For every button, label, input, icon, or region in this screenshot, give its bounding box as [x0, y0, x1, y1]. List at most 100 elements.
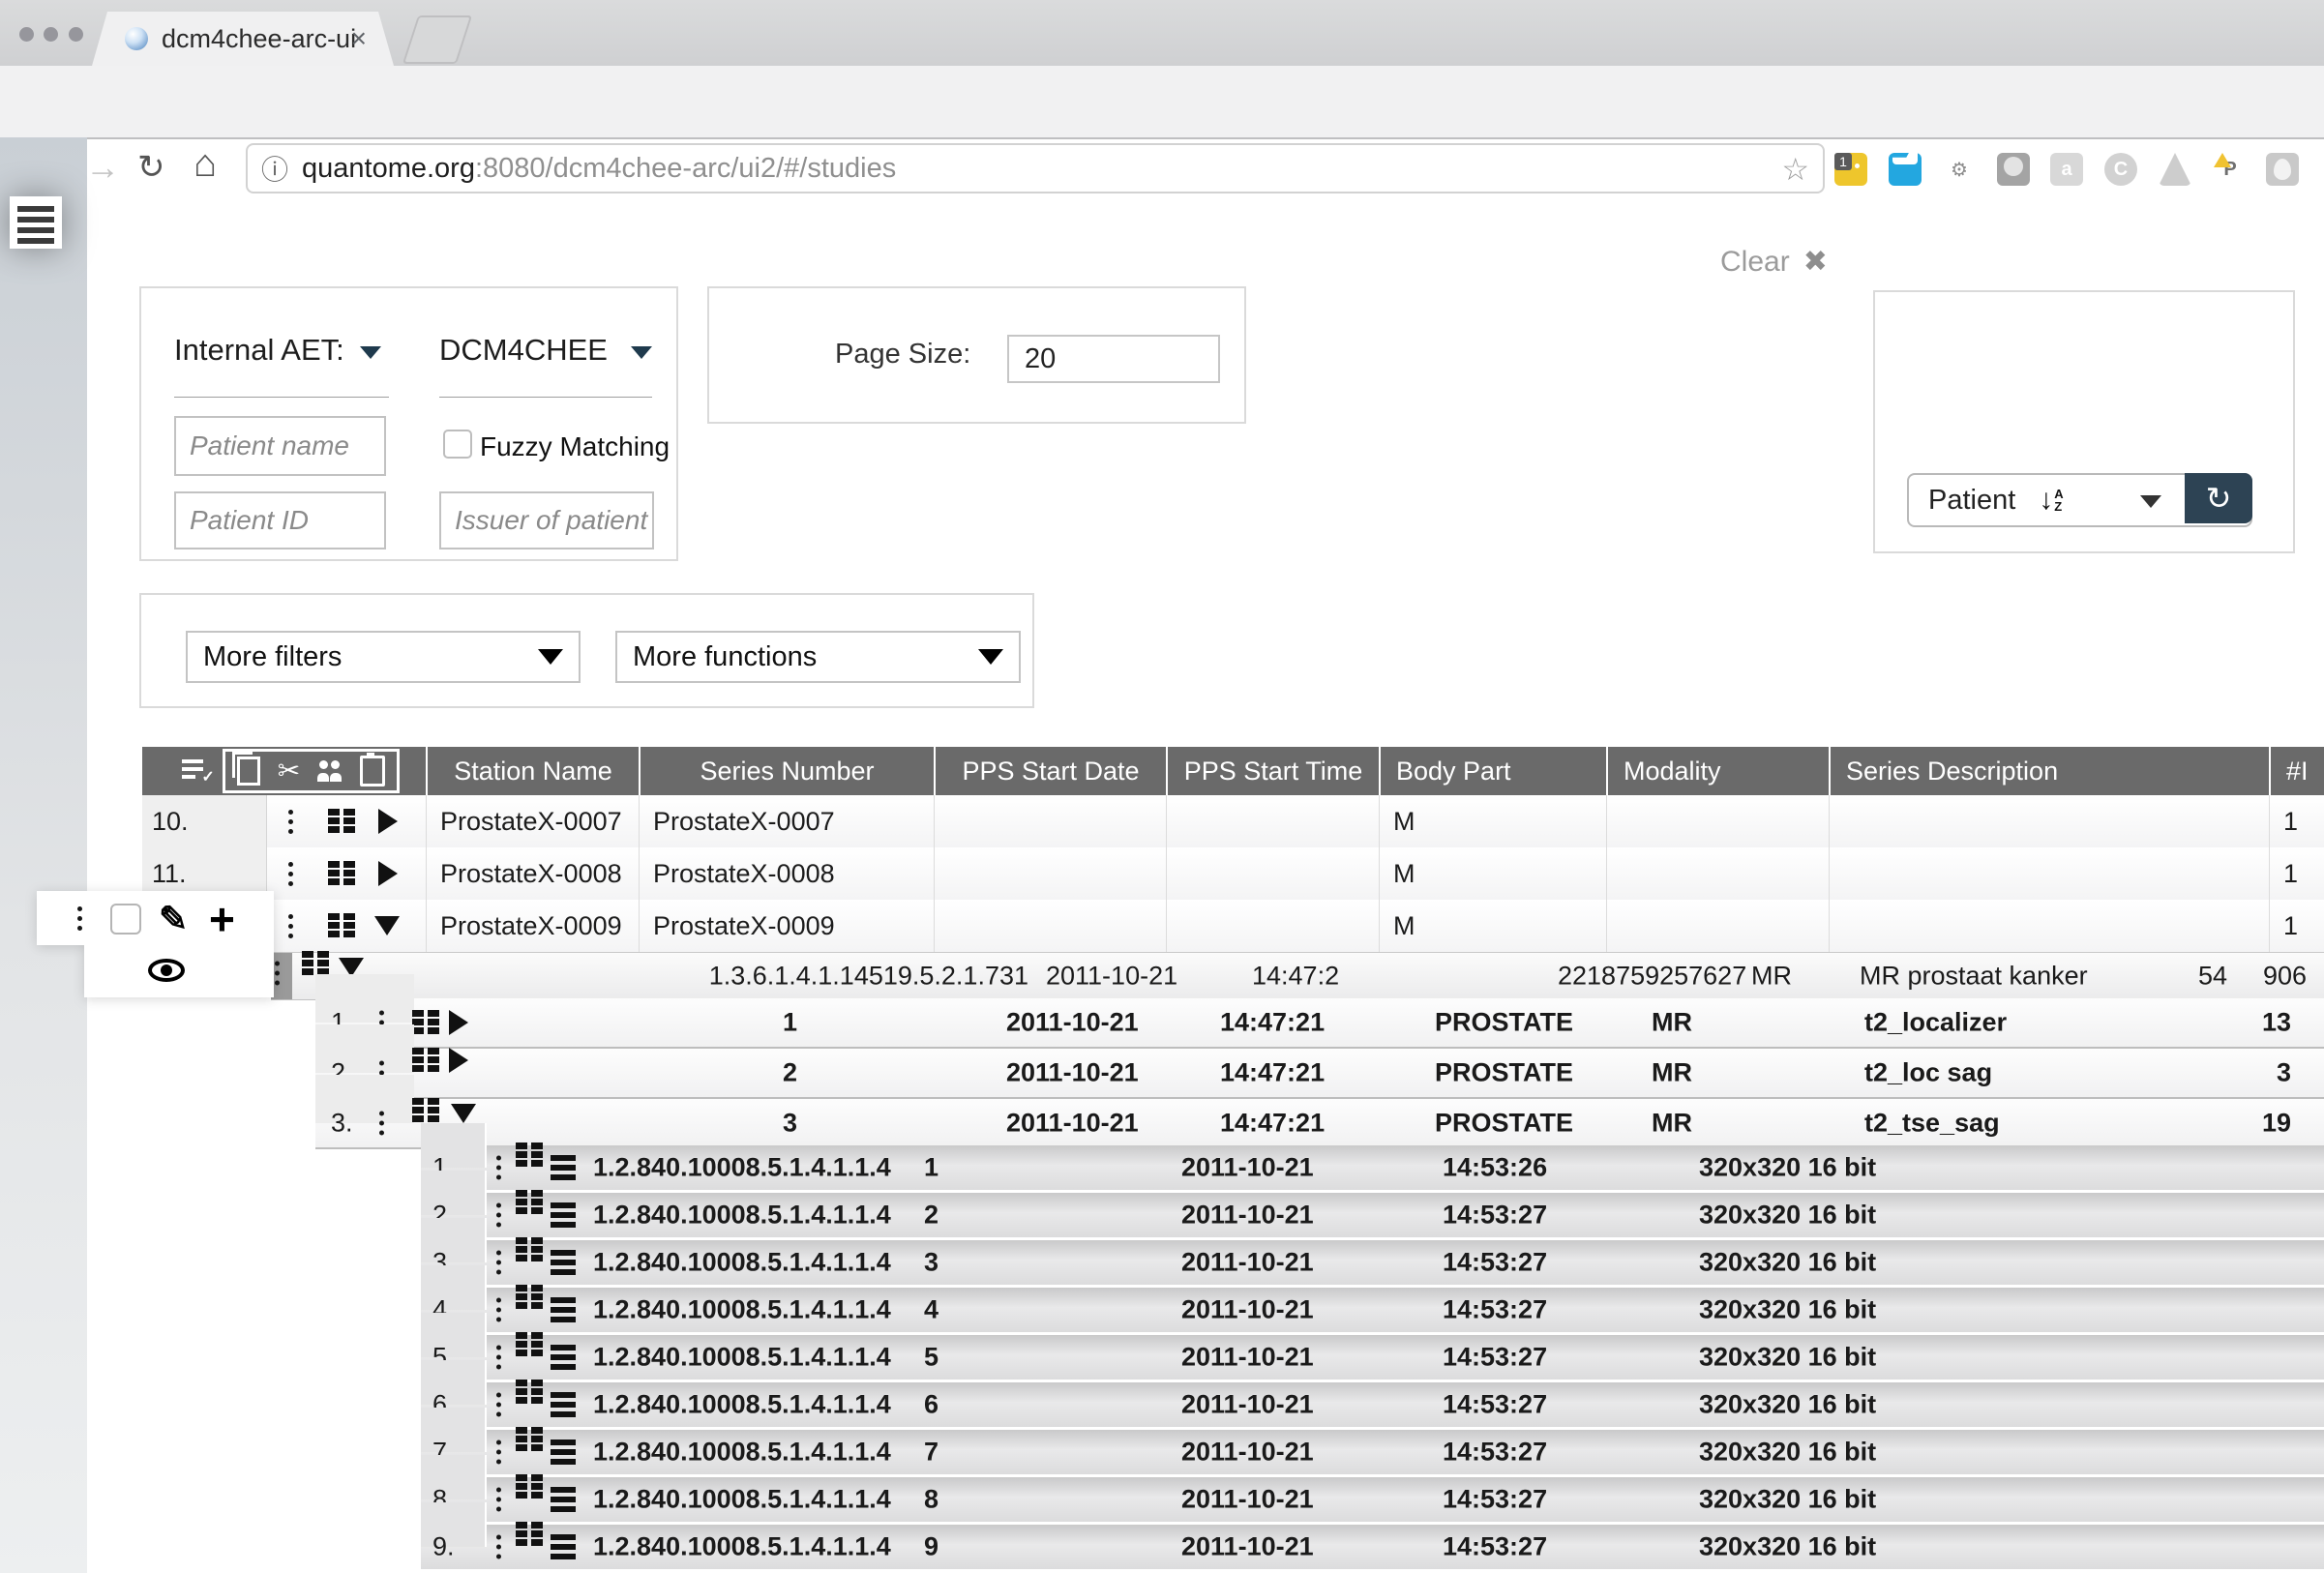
attributes-grid-icon[interactable] — [516, 1237, 545, 1262]
issuer-of-patient-input[interactable]: Issuer of patient — [439, 491, 654, 549]
more-filters-select[interactable]: More filters — [186, 631, 581, 683]
kebab-menu-icon[interactable] — [288, 872, 293, 876]
cut-scissors-icon[interactable]: ✂ — [278, 757, 300, 785]
patient-name-input[interactable]: Patient name — [174, 416, 386, 476]
series-row-expanded[interactable]: 3. 3 2011-10-21 14:47:21 PROSTATE MR t2_… — [315, 1099, 2324, 1149]
list-icon[interactable] — [551, 1439, 576, 1465]
column-header-body-part[interactable]: Body Part — [1379, 747, 1606, 795]
chevron-down-icon[interactable] — [631, 346, 652, 359]
patient-row-expanded[interactable]: ProstateX-0009 ProstateX-0009 M 1 — [142, 900, 2324, 954]
chevron-down-icon[interactable] — [360, 346, 381, 359]
new-tab-button[interactable] — [402, 15, 472, 64]
column-header-series-description[interactable]: Series Description — [1829, 747, 2269, 795]
column-header-series-number[interactable]: Series Number — [639, 747, 934, 795]
column-header-num-instances[interactable]: #I — [2269, 747, 2324, 795]
refresh-button[interactable]: ↻ — [2185, 473, 2252, 523]
c-extension-icon[interactable]: C — [2104, 153, 2137, 186]
instance-row[interactable]: 6. 1.2.840.10008.5.1.4.1.1.4 6 2011-10-2… — [421, 1382, 2324, 1427]
clear-filters-button[interactable]: Clear ✖ — [1720, 245, 1828, 279]
attributes-grid-icon[interactable] — [302, 951, 331, 976]
browser-tab[interactable]: dcm4chee-arc-ui × — [92, 12, 394, 66]
list-icon[interactable] — [551, 1250, 576, 1275]
drive-extension-icon[interactable] — [2159, 153, 2191, 186]
series-row[interactable]: 1. 1 2011-10-21 14:47:21 PROSTATE MR t2_… — [315, 998, 2324, 1049]
attributes-grid-icon[interactable] — [516, 1474, 545, 1499]
attributes-grid-icon[interactable] — [412, 1048, 441, 1073]
more-functions-select[interactable]: More functions — [615, 631, 1021, 683]
add-plus-icon[interactable]: + — [209, 893, 235, 945]
expand-right-icon[interactable] — [449, 1010, 468, 1035]
window-minimize-button[interactable] — [44, 27, 58, 42]
order-by-select[interactable]: Patient ↓ AZ ↻ — [1907, 473, 2252, 527]
patient-row[interactable]: 10. ProstateX-0007 ProstateX-0007 M 1 — [142, 795, 2324, 849]
select-checkbox[interactable] — [110, 904, 141, 935]
kebab-menu-icon[interactable] — [288, 924, 293, 929]
page-info-icon[interactable]: ⓘ — [261, 149, 288, 188]
attributes-grid-icon[interactable] — [516, 1380, 545, 1405]
instance-row[interactable]: 3. 1.2.840.10008.5.1.4.1.1.4 3 2011-10-2… — [421, 1240, 2324, 1285]
kebab-menu-icon[interactable] — [275, 971, 280, 976]
patients-icon[interactable] — [317, 760, 343, 782]
attributes-grid-icon[interactable] — [516, 1190, 545, 1215]
attributes-grid-icon[interactable] — [516, 1427, 545, 1452]
attributes-grid-icon[interactable] — [516, 1522, 545, 1547]
gear-extension-icon[interactable]: ⚙ — [1943, 153, 1976, 186]
kebab-menu-icon[interactable] — [496, 1213, 501, 1218]
fuzzy-matching-checkbox[interactable] — [443, 430, 472, 459]
kebab-menu-icon[interactable] — [496, 1166, 501, 1171]
kebab-menu-icon[interactable] — [496, 1545, 501, 1550]
copy-icon[interactable] — [237, 757, 260, 786]
patient-row[interactable]: 11. ProstateX-0008 ProstateX-0008 M 1 — [142, 847, 2324, 902]
aet-select-value[interactable]: DCM4CHEE — [439, 333, 608, 368]
patient-id-input[interactable]: Patient ID — [174, 491, 386, 549]
password-manager-extension-icon[interactable]: 1 — [1834, 153, 1867, 186]
expand-right-icon[interactable] — [449, 1048, 468, 1073]
instance-row[interactable]: 4. 1.2.840.10008.5.1.4.1.1.4 4 2011-10-2… — [421, 1288, 2324, 1332]
kebab-menu-icon[interactable] — [496, 1261, 501, 1265]
attributes-grid-icon[interactable] — [516, 1143, 545, 1168]
reload-icon[interactable]: ↻ — [137, 149, 165, 186]
chat-extension-icon[interactable]: a — [2050, 153, 2083, 186]
instance-row[interactable]: 9. 1.2.840.10008.5.1.4.1.1.4 9 2011-10-2… — [421, 1525, 2324, 1569]
home-icon[interactable]: ⌂ — [194, 145, 217, 182]
instance-row[interactable]: 8. 1.2.840.10008.5.1.4.1.1.4 8 2011-10-2… — [421, 1477, 2324, 1522]
attributes-grid-icon[interactable] — [412, 1010, 441, 1035]
view-eye-icon[interactable] — [148, 959, 185, 982]
kebab-menu-icon[interactable] — [496, 1450, 501, 1455]
kebab-menu-icon[interactable] — [496, 1403, 501, 1408]
pocket-extension-icon[interactable] — [1889, 153, 1922, 186]
list-icon[interactable] — [551, 1392, 576, 1417]
expand-right-icon[interactable] — [378, 809, 398, 834]
attributes-grid-icon[interactable] — [516, 1332, 545, 1357]
collapse-down-icon[interactable] — [451, 1104, 476, 1123]
instance-row[interactable]: 5. 1.2.840.10008.5.1.4.1.1.4 5 2011-10-2… — [421, 1335, 2324, 1380]
column-header-pps-start-time[interactable]: PPS Start Time — [1166, 747, 1379, 795]
kebab-menu-icon[interactable] — [496, 1498, 501, 1502]
column-header-modality[interactable]: Modality — [1606, 747, 1829, 795]
kebab-menu-icon[interactable] — [496, 1308, 501, 1313]
attributes-grid-icon[interactable] — [516, 1285, 545, 1310]
attributes-grid-icon[interactable] — [328, 861, 357, 886]
collapse-down-icon[interactable] — [374, 916, 400, 935]
tab-close-icon[interactable]: × — [351, 25, 367, 52]
menu-hamburger-button[interactable] — [10, 196, 62, 249]
attributes-grid-icon[interactable] — [328, 913, 357, 938]
expand-right-icon[interactable] — [378, 861, 398, 886]
instance-row[interactable]: 2. 1.2.840.10008.5.1.4.1.1.4 2 2011-10-2… — [421, 1193, 2324, 1237]
list-icon[interactable] — [551, 1345, 576, 1370]
instance-row[interactable]: 1. 1.2.840.10008.5.1.4.1.1.4 1 2011-10-2… — [421, 1145, 2324, 1190]
series-row[interactable]: 2. 2 2011-10-21 14:47:21 PROSTATE MR t2_… — [315, 1049, 2324, 1099]
window-zoom-button[interactable] — [69, 27, 83, 42]
list-icon[interactable] — [551, 1202, 576, 1228]
window-close-button[interactable] — [19, 27, 34, 42]
instance-row[interactable]: 7. 1.2.840.10008.5.1.4.1.1.4 7 2011-10-2… — [421, 1430, 2324, 1474]
attributes-grid-icon[interactable] — [412, 1098, 441, 1123]
list-icon[interactable] — [551, 1297, 576, 1322]
attributes-grid-icon[interactable] — [328, 809, 357, 834]
chevron-down-icon[interactable] — [2140, 495, 2161, 508]
blob-extension-icon[interactable] — [2266, 153, 2299, 186]
edit-pencil-icon[interactable]: ✎ — [159, 899, 188, 939]
paste-clipboard-icon[interactable] — [360, 756, 385, 786]
list-icon[interactable] — [551, 1155, 576, 1180]
column-header-station-name[interactable]: Station Name — [426, 747, 639, 795]
